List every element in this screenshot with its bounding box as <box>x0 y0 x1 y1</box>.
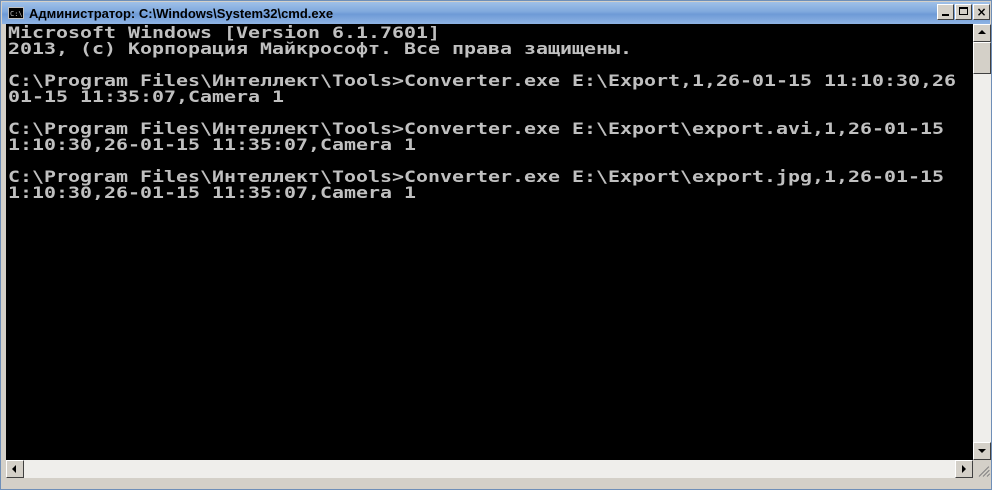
cmd-app-icon[interactable]: C:\. <box>8 7 24 19</box>
cmd-window: C:\. Администратор: C:\Windows\System32\… <box>0 0 992 490</box>
scroll-up-button[interactable] <box>973 24 991 42</box>
close-icon: × <box>976 5 987 19</box>
vertical-scroll-thumb[interactable] <box>973 42 991 74</box>
arrow-right-icon <box>962 465 966 473</box>
arrow-left-icon <box>12 465 16 473</box>
scroll-down-button[interactable] <box>973 442 991 460</box>
title-bar[interactable]: C:\. Администратор: C:\Windows\System32\… <box>2 2 990 24</box>
minimize-icon <box>942 14 949 16</box>
vertical-scrollbar[interactable] <box>973 24 991 460</box>
close-button[interactable]: × <box>973 4 990 20</box>
maximize-icon <box>959 7 968 15</box>
arrow-down-icon <box>978 449 986 453</box>
maximize-button[interactable] <box>955 4 972 20</box>
window-title: Администратор: C:\Windows\System32\cmd.e… <box>29 5 334 21</box>
console-line: 1:10:30,26-01-15 11:35:07,Camera 1 <box>8 183 416 202</box>
window-controls: × <box>937 4 990 20</box>
console-line: 01-15 11:35:07,Camera 1 <box>8 87 285 106</box>
console-line: 2013, (c) Корпорация Майкрософт. Все пра… <box>8 39 632 58</box>
console-output[interactable]: Microsoft Windows [Version 6.1.7601] 2013… <box>6 24 973 460</box>
scroll-left-button[interactable] <box>6 460 24 478</box>
grip-icon-line <box>986 473 991 477</box>
scroll-right-button[interactable] <box>955 460 973 478</box>
horizontal-scrollbar[interactable] <box>6 460 973 478</box>
minimize-button[interactable] <box>937 4 954 20</box>
resize-grip[interactable] <box>973 460 991 478</box>
arrow-up-icon <box>978 30 986 34</box>
console-line: 1:10:30,26-01-15 11:35:07,Camera 1 <box>8 135 416 154</box>
